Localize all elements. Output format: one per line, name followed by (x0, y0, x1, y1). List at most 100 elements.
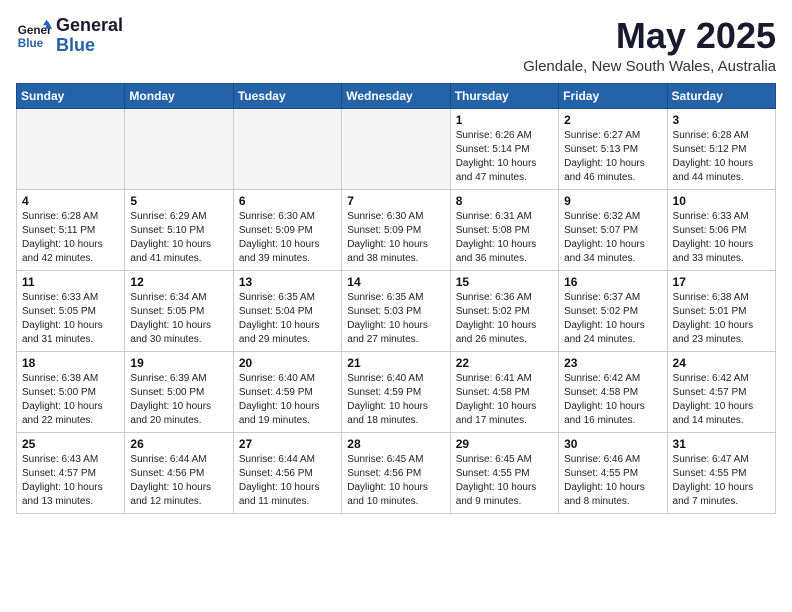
day-info: Sunrise: 6:35 AM Sunset: 5:03 PM Dayligh… (347, 291, 444, 347)
weekday-header-row: SundayMondayTuesdayWednesdayThursdayFrid… (17, 83, 776, 108)
calendar-cell: 18Sunrise: 6:38 AM Sunset: 5:00 PM Dayli… (17, 351, 125, 432)
day-number: 20 (239, 356, 336, 370)
logo-blue: Blue (56, 36, 123, 56)
calendar-cell: 5 Sunrise: 6:29 AM Sunset: 5:10 PM Daylig… (125, 189, 233, 270)
day-number: 18 (22, 356, 119, 370)
calendar-cell (17, 108, 125, 189)
day-info: Sunrise: 6:35 AM Sunset: 5:04 PM Dayligh… (239, 291, 336, 347)
calendar-cell: 25 Sunrise: 6:43 AM Sunset: 4:57 PM Dayli… (17, 432, 125, 513)
weekday-header-monday: Monday (125, 83, 233, 108)
calendar-cell: 21 Sunrise: 6:40 AM Sunset: 4:59 PM Dayli… (342, 351, 450, 432)
calendar-cell: 16 Sunrise: 6:37 AM Sunset: 5:02 PM Dayli… (559, 270, 667, 351)
calendar-cell: 17Sunrise: 6:38 AM Sunset: 5:01 PM Dayli… (667, 270, 775, 351)
day-number: 4 (22, 194, 119, 208)
day-info: Sunrise: 6:33 AM Sunset: 5:06 PM Dayligh… (673, 210, 770, 266)
day-info: Sunrise: 6:30 AM Sunset: 5:09 PM Dayligh… (347, 210, 444, 266)
day-number: 13 (239, 275, 336, 289)
calendar-cell: 20Sunrise: 6:40 AM Sunset: 4:59 PM Dayli… (233, 351, 341, 432)
day-info: Sunrise: 6:39 AM Sunset: 5:00 PM Dayligh… (130, 372, 227, 428)
day-number: 31 (673, 437, 770, 451)
calendar-cell: 11 Sunrise: 6:33 AM Sunset: 5:05 PM Dayli… (17, 270, 125, 351)
weekday-header-thursday: Thursday (450, 83, 558, 108)
calendar-cell (342, 108, 450, 189)
day-info: Sunrise: 6:47 AM Sunset: 4:55 PM Dayligh… (673, 453, 770, 509)
calendar-cell: 28 Sunrise: 6:45 AM Sunset: 4:56 PM Dayli… (342, 432, 450, 513)
week-row-4: 18Sunrise: 6:38 AM Sunset: 5:00 PM Dayli… (17, 351, 776, 432)
title-block: May 2025 Glendale, New South Wales, Aust… (523, 16, 776, 75)
logo: General Blue General Blue (16, 16, 123, 56)
calendar-cell: 29 Sunrise: 6:45 AM Sunset: 4:55 PM Dayli… (450, 432, 558, 513)
calendar-cell: 8Sunrise: 6:31 AM Sunset: 5:08 PM Daylig… (450, 189, 558, 270)
calendar-cell: 26Sunrise: 6:44 AM Sunset: 4:56 PM Dayli… (125, 432, 233, 513)
calendar-cell: 14Sunrise: 6:35 AM Sunset: 5:03 PM Dayli… (342, 270, 450, 351)
day-info: Sunrise: 6:41 AM Sunset: 4:58 PM Dayligh… (456, 372, 553, 428)
day-number: 21 (347, 356, 444, 370)
calendar-cell (233, 108, 341, 189)
day-info: Sunrise: 6:44 AM Sunset: 4:56 PM Dayligh… (239, 453, 336, 509)
day-info: Sunrise: 6:44 AM Sunset: 4:56 PM Dayligh… (130, 453, 227, 509)
logo-icon: General Blue (16, 18, 52, 54)
day-info: Sunrise: 6:28 AM Sunset: 5:11 PM Dayligh… (22, 210, 119, 266)
day-number: 5 (130, 194, 227, 208)
weekday-header-friday: Friday (559, 83, 667, 108)
calendar-cell (125, 108, 233, 189)
calendar-cell: 2 Sunrise: 6:27 AM Sunset: 5:13 PM Daylig… (559, 108, 667, 189)
day-number: 3 (673, 113, 770, 127)
day-info: Sunrise: 6:45 AM Sunset: 4:56 PM Dayligh… (347, 453, 444, 509)
calendar-cell: 6 Sunrise: 6:30 AM Sunset: 5:09 PM Daylig… (233, 189, 341, 270)
day-info: Sunrise: 6:29 AM Sunset: 5:10 PM Dayligh… (130, 210, 227, 266)
day-number: 7 (347, 194, 444, 208)
day-info: Sunrise: 6:43 AM Sunset: 4:57 PM Dayligh… (22, 453, 119, 509)
week-row-3: 11 Sunrise: 6:33 AM Sunset: 5:05 PM Dayli… (17, 270, 776, 351)
calendar-cell: 9Sunrise: 6:32 AM Sunset: 5:07 PM Daylig… (559, 189, 667, 270)
day-info: Sunrise: 6:26 AM Sunset: 5:14 PM Dayligh… (456, 129, 553, 185)
day-info: Sunrise: 6:32 AM Sunset: 5:07 PM Dayligh… (564, 210, 661, 266)
logo-general: General (56, 16, 123, 36)
calendar-cell: 4 Sunrise: 6:28 AM Sunset: 5:11 PM Daylig… (17, 189, 125, 270)
day-info: Sunrise: 6:27 AM Sunset: 5:13 PM Dayligh… (564, 129, 661, 185)
location-subtitle: Glendale, New South Wales, Australia (523, 58, 776, 75)
calendar-cell: 31 Sunrise: 6:47 AM Sunset: 4:55 PM Dayli… (667, 432, 775, 513)
day-info: Sunrise: 6:34 AM Sunset: 5:05 PM Dayligh… (130, 291, 227, 347)
day-number: 15 (456, 275, 553, 289)
calendar-cell: 27 Sunrise: 6:44 AM Sunset: 4:56 PM Dayli… (233, 432, 341, 513)
day-number: 29 (456, 437, 553, 451)
calendar-cell: 22 Sunrise: 6:41 AM Sunset: 4:58 PM Dayli… (450, 351, 558, 432)
day-number: 28 (347, 437, 444, 451)
week-row-2: 4 Sunrise: 6:28 AM Sunset: 5:11 PM Daylig… (17, 189, 776, 270)
day-number: 12 (130, 275, 227, 289)
day-info: Sunrise: 6:33 AM Sunset: 5:05 PM Dayligh… (22, 291, 119, 347)
calendar-cell: 19Sunrise: 6:39 AM Sunset: 5:00 PM Dayli… (125, 351, 233, 432)
day-info: Sunrise: 6:40 AM Sunset: 4:59 PM Dayligh… (347, 372, 444, 428)
calendar-cell: 13 Sunrise: 6:35 AM Sunset: 5:04 PM Dayli… (233, 270, 341, 351)
calendar-cell: 12 Sunrise: 6:34 AM Sunset: 5:05 PM Dayli… (125, 270, 233, 351)
day-info: Sunrise: 6:45 AM Sunset: 4:55 PM Dayligh… (456, 453, 553, 509)
day-info: Sunrise: 6:30 AM Sunset: 5:09 PM Dayligh… (239, 210, 336, 266)
day-number: 24 (673, 356, 770, 370)
day-info: Sunrise: 6:37 AM Sunset: 5:02 PM Dayligh… (564, 291, 661, 347)
day-number: 8 (456, 194, 553, 208)
month-title: May 2025 (523, 16, 776, 56)
calendar-cell: 10 Sunrise: 6:33 AM Sunset: 5:06 PM Dayli… (667, 189, 775, 270)
day-number: 1 (456, 113, 553, 127)
calendar-cell: 1 Sunrise: 6:26 AM Sunset: 5:14 PM Daylig… (450, 108, 558, 189)
day-number: 6 (239, 194, 336, 208)
day-info: Sunrise: 6:28 AM Sunset: 5:12 PM Dayligh… (673, 129, 770, 185)
day-number: 22 (456, 356, 553, 370)
calendar-cell: 30Sunrise: 6:46 AM Sunset: 4:55 PM Dayli… (559, 432, 667, 513)
day-number: 2 (564, 113, 661, 127)
day-number: 10 (673, 194, 770, 208)
weekday-header-wednesday: Wednesday (342, 83, 450, 108)
day-number: 25 (22, 437, 119, 451)
calendar-cell: 7 Sunrise: 6:30 AM Sunset: 5:09 PM Daylig… (342, 189, 450, 270)
day-number: 16 (564, 275, 661, 289)
day-info: Sunrise: 6:42 AM Sunset: 4:58 PM Dayligh… (564, 372, 661, 428)
page-header: General Blue General Blue May 2025 Glend… (16, 16, 776, 75)
svg-text:Blue: Blue (18, 37, 44, 50)
calendar-table: SundayMondayTuesdayWednesdayThursdayFrid… (16, 83, 776, 514)
day-number: 11 (22, 275, 119, 289)
week-row-1: 1 Sunrise: 6:26 AM Sunset: 5:14 PM Daylig… (17, 108, 776, 189)
calendar-cell: 15Sunrise: 6:36 AM Sunset: 5:02 PM Dayli… (450, 270, 558, 351)
day-number: 30 (564, 437, 661, 451)
day-number: 27 (239, 437, 336, 451)
